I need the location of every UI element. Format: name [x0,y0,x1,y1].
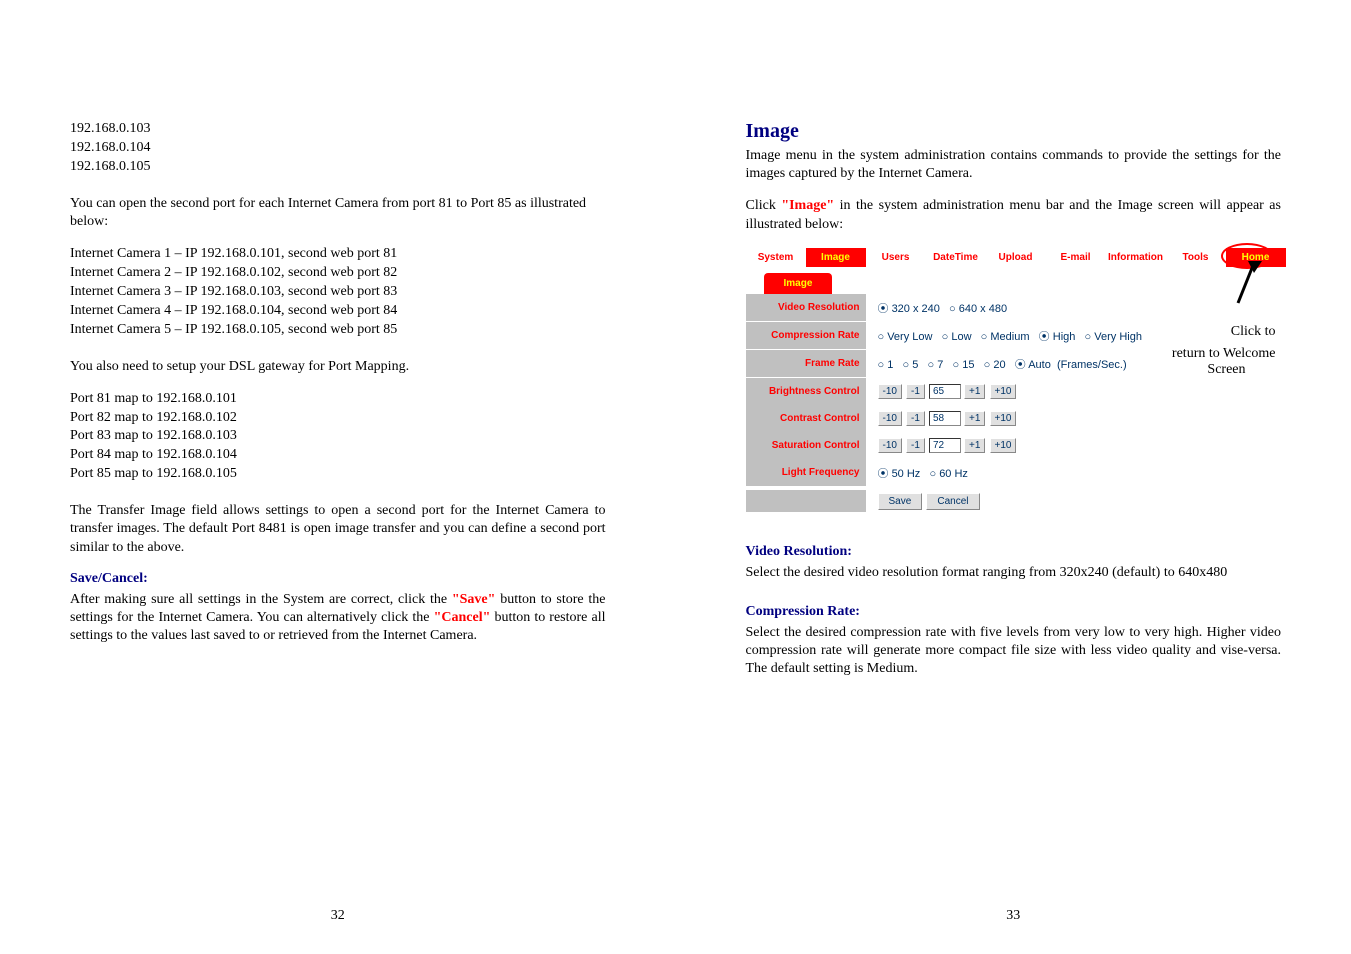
side-note-line3: Screen [1207,362,1245,378]
save-row-spacer [746,490,868,512]
save-button[interactable]: Save [878,493,923,510]
compression-rate-heading: Compression Rate: [746,604,1282,620]
port-map-line: Port 85 map to 192.168.0.105 [70,465,606,484]
port-map-line: Port 82 map to 192.168.0.102 [70,409,606,428]
menu-users[interactable]: Users [866,248,926,267]
camera-line: Internet Camera 1 – IP 192.168.0.101, se… [70,245,606,264]
port-map-line: Port 81 map to 192.168.0.101 [70,390,606,409]
image-heading: Image [746,120,1282,143]
camera-line: Internet Camera 4 – IP 192.168.0.104, se… [70,302,606,321]
video-resolution-options: ⦿ 320 x 240 ○ 640 x 480 [868,294,1286,322]
image-keyword: "Image" [781,198,834,213]
contrast-minus10-button[interactable]: -10 [878,411,902,426]
light-frequency-options: ⦿ 50 Hz ○ 60 Hz [868,459,1286,487]
menu-upload[interactable]: Upload [986,248,1046,267]
saturation-value[interactable]: 72 [929,438,961,453]
side-note-line2: return to Welcome [1172,346,1276,362]
contrast-plus10-button[interactable]: +10 [990,411,1017,426]
video-resolution-heading: Video Resolution: [746,544,1282,560]
brightness-value[interactable]: 65 [929,384,961,399]
saturation-controls: -10 -1 72 +1 +10 [868,432,1286,459]
contrast-plus1-button[interactable]: +1 [964,411,985,426]
contrast-controls: -10 -1 58 +1 +10 [868,405,1286,432]
brightness-plus1-button[interactable]: +1 [964,384,985,399]
saturation-minus10-button[interactable]: -10 [878,438,902,453]
page-number-left: 32 [70,908,606,924]
cancel-keyword: "Cancel" [434,610,491,625]
contrast-label: Contrast Control [746,405,868,432]
right-page: Image Image menu in the system administr… [676,0,1351,954]
saturation-plus10-button[interactable]: +10 [990,438,1017,453]
save-cancel-heading: Save/Cancel: [70,571,606,587]
menu-tools[interactable]: Tools [1166,248,1226,267]
menu-bar: System Image Users DateTime Upload E-mai… [746,248,1286,267]
contrast-value[interactable]: 58 [929,411,961,426]
save-cancel-paragraph: After making sure all settings in the Sy… [70,591,606,646]
camera-line: Internet Camera 3 – IP 192.168.0.103, se… [70,283,606,302]
saturation-minus1-button[interactable]: -1 [906,438,925,453]
frame-rate-options: ○ 1 ○ 5 ○ 7 ○ 15 ○ 20 ⦿ Auto (Frames/Sec… [868,350,1286,378]
compression-rate-label: Compression Rate [746,322,868,349]
light-frequency-label: Light Frequency [746,459,868,486]
admin-screenshot: System Image Users DateTime Upload E-mai… [746,248,1286,516]
frame-rate-label: Frame Rate [746,350,868,377]
saturation-label: Saturation Control [746,432,868,459]
video-resolution-text: Select the desired video resolution form… [746,564,1282,582]
camera-port-list: Internet Camera 1 – IP 192.168.0.101, se… [70,245,606,339]
menu-system[interactable]: System [746,248,806,267]
menu-email[interactable]: E-mail [1046,248,1106,267]
left-page: 192.168.0.103 192.168.0.104 192.168.0.10… [0,0,676,954]
brightness-minus10-button[interactable]: -10 [878,384,902,399]
transfer-paragraph: The Transfer Image field allows settings… [70,502,606,557]
video-resolution-label: Video Resolution [746,294,868,321]
ip-line: 192.168.0.105 [70,158,606,177]
port-map-line: Port 84 map to 192.168.0.104 [70,446,606,465]
page-number-right: 33 [746,908,1282,924]
ip-line: 192.168.0.104 [70,139,606,158]
open-port-paragraph: You can open the second port for each In… [70,195,606,231]
port-map-list: Port 81 map to 192.168.0.101 Port 82 map… [70,390,606,484]
dsl-paragraph: You also need to setup your DSL gateway … [70,358,606,376]
saturation-plus1-button[interactable]: +1 [964,438,985,453]
image-intro: Image menu in the system administration … [746,147,1282,183]
menu-information[interactable]: Information [1106,248,1166,267]
brightness-label: Brightness Control [746,378,868,405]
image-tab[interactable]: Image [764,273,833,294]
compression-rate-text: Select the desired compression rate with… [746,624,1282,679]
contrast-minus1-button[interactable]: -1 [906,411,925,426]
ip-line: 192.168.0.103 [70,120,606,139]
save-keyword: "Save" [452,592,496,607]
menu-datetime[interactable]: DateTime [926,248,986,267]
brightness-plus10-button[interactable]: +10 [990,384,1017,399]
camera-line: Internet Camera 5 – IP 192.168.0.105, se… [70,321,606,340]
menu-image[interactable]: Image [806,248,866,267]
brightness-controls: -10 -1 65 +1 +10 [868,378,1286,405]
side-note-line1: Click to [1231,324,1276,340]
click-image-paragraph: Click "Image" in the system administrati… [746,197,1282,233]
cancel-button[interactable]: Cancel [926,493,979,510]
save-cancel-row: Save Cancel [868,487,1286,516]
brightness-minus1-button[interactable]: -1 [906,384,925,399]
camera-line: Internet Camera 2 – IP 192.168.0.102, se… [70,264,606,283]
ip-address-list: 192.168.0.103 192.168.0.104 192.168.0.10… [70,120,606,177]
port-map-line: Port 83 map to 192.168.0.103 [70,427,606,446]
